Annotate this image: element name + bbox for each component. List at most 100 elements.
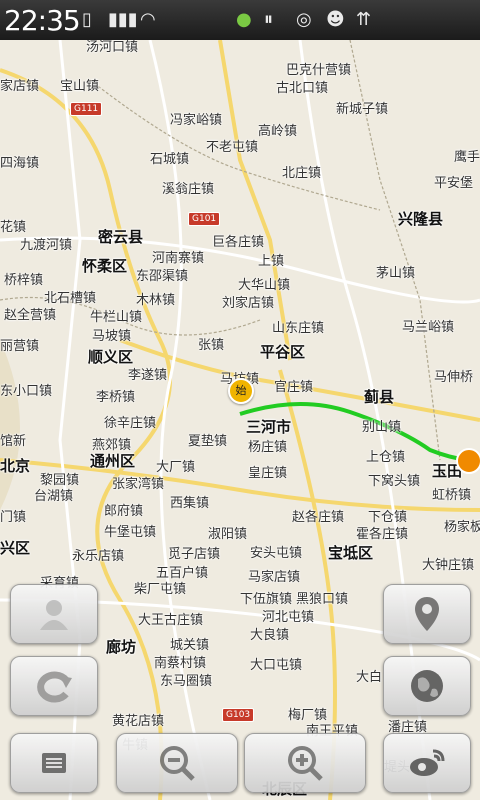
map-label: 黄花店镇 (112, 714, 165, 729)
map-label: 东小口镇 (0, 384, 53, 399)
weibo-share-button[interactable] (383, 733, 471, 793)
map-label: 花镇 (0, 220, 27, 235)
road-shield: G103 (222, 708, 255, 722)
zoom-out-icon (160, 746, 195, 781)
usb-icon: ⇈ (356, 9, 372, 30)
map-label: 别山镇 (362, 420, 402, 435)
status-bar: 22:35 ▯ ▮▮▮ ◠ ● ⏸ ◎ ☻ ⇈ (0, 0, 480, 40)
map-label: 河南寨镇 (152, 251, 205, 266)
map-label: 东马圈镇 (160, 674, 213, 689)
app-notification-icon: ● (236, 9, 252, 30)
map-label: 大白 (356, 670, 383, 685)
map-label: 李桥镇 (96, 390, 136, 405)
refresh-icon (37, 671, 72, 703)
map-label: 大口屯镇 (250, 658, 303, 673)
map-label: 门镇 (0, 510, 27, 525)
map-label: 河北屯镇 (262, 610, 315, 625)
route-end-marker[interactable] (456, 448, 480, 474)
menu-button[interactable] (10, 733, 98, 793)
zoom-in-button[interactable] (244, 733, 366, 793)
map-label: 密云县 (98, 228, 144, 246)
map-label: 柴厂屯镇 (134, 582, 187, 597)
zoom-in-icon (288, 746, 323, 781)
account-button[interactable] (10, 584, 98, 644)
map-label: 桥梓镇 (4, 273, 44, 288)
map-label: 虹桥镇 (432, 488, 472, 503)
map-label: 顺义区 (88, 348, 134, 366)
location-pin-icon (415, 597, 439, 631)
steering-wheel-icon: ◎ (296, 9, 312, 30)
map-label: 不老屯镇 (206, 140, 259, 155)
map-label: 丽营镇 (0, 339, 40, 354)
map-label: 东邵渠镇 (136, 269, 189, 284)
map-label: 安头屯镇 (250, 546, 303, 561)
map-label: 张家湾镇 (112, 477, 165, 492)
globe-icon (411, 670, 443, 702)
map-label: 霍各庄镇 (356, 527, 409, 542)
map-label: 觅子店镇 (168, 547, 221, 562)
map-label: 城关镇 (170, 638, 210, 653)
map-label: 宝坻区 (328, 544, 374, 562)
map-label: 淑阳镇 (208, 527, 248, 542)
map-label: 巨各庄镇 (212, 235, 265, 250)
map-label: 新城子镇 (336, 102, 389, 117)
battery-charging-icon: ▯ (82, 9, 92, 30)
location-button[interactable] (383, 584, 471, 644)
map-label: 南蔡村镇 (154, 656, 207, 671)
map-label: 马兰峪镇 (402, 320, 455, 335)
map-label: 兴隆县 (398, 210, 444, 228)
map-label: 北庄镇 (282, 166, 322, 181)
map-label: 高岭镇 (258, 124, 298, 139)
map-label: 馆新 (0, 434, 27, 449)
wifi-icon: ◠ (140, 9, 156, 30)
zoom-out-button[interactable] (116, 733, 238, 793)
globe-button[interactable] (383, 656, 471, 716)
map-label: 北京 (0, 457, 31, 475)
map-label: 四海镇 (0, 156, 40, 171)
map-label: 张镇 (198, 338, 225, 353)
map-label: 官庄镇 (274, 380, 314, 395)
map-label: 牛堡屯镇 (104, 525, 157, 540)
road-shield: G101 (188, 212, 221, 226)
route-start-marker[interactable]: 始 (228, 378, 254, 404)
map-label: 蓟县 (364, 388, 395, 406)
map-label: 汤河口镇 (86, 40, 139, 55)
map-label: 冯家峪镇 (170, 113, 223, 128)
map-label: 大华山镇 (238, 278, 291, 293)
map-label: 茅山镇 (376, 266, 416, 281)
map-label: 古北口镇 (276, 81, 329, 96)
map-label: 刘家店镇 (222, 296, 275, 311)
map-label: 马家店镇 (248, 570, 301, 585)
pause-icon: ⏸ (264, 9, 273, 30)
map-label: 黑狼口镇 (296, 592, 349, 607)
map-label: 廊坊 (106, 638, 137, 656)
map-label: 家店镇 (0, 79, 40, 94)
map-label: 平安堡 (434, 176, 474, 191)
android-icon: ☻ (326, 9, 345, 30)
map-label: 怀柔区 (82, 257, 128, 275)
map-label: 宝山镇 (60, 79, 100, 94)
map-label: 永乐店镇 (72, 549, 125, 564)
map-label: 赵全营镇 (4, 308, 57, 323)
status-time: 22:35 (4, 4, 81, 37)
map-label: 夏垫镇 (188, 434, 228, 449)
map-label: 马坡镇 (92, 329, 132, 344)
map-label: 马伸桥 (434, 370, 474, 385)
map-label: 石城镇 (150, 152, 190, 167)
map-label: 通州区 (90, 452, 136, 470)
map-label: 杨家板 (444, 520, 480, 535)
map-label: 牛栏山镇 (90, 310, 143, 325)
map-label: 上镇 (258, 254, 285, 269)
map-label: 台湖镇 (34, 489, 74, 504)
map-label: 大王古庄镇 (138, 613, 204, 628)
weibo-icon (410, 749, 445, 776)
map-label: 三河市 (246, 418, 292, 436)
account-icon (40, 600, 68, 630)
map-label: 兴区 (0, 539, 31, 557)
map-label: 溪翁庄镇 (162, 182, 215, 197)
map-label: 皇庄镇 (248, 466, 288, 481)
map-label: 赵各庄镇 (292, 510, 345, 525)
map-label: 杨庄镇 (248, 440, 288, 455)
refresh-button[interactable] (10, 656, 98, 716)
map-label: 山东庄镇 (272, 321, 325, 336)
